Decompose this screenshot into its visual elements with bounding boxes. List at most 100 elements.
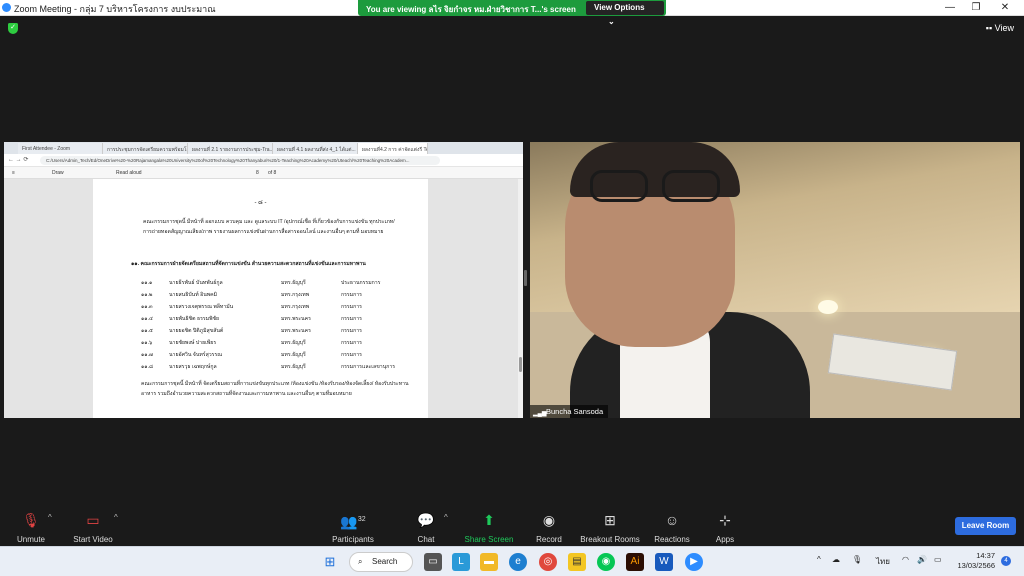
member-number: ๑๑.๘ <box>141 364 154 370</box>
illustrator-icon[interactable]: Ai <box>626 553 644 571</box>
file-explorer-icon[interactable]: ▬ <box>480 553 498 571</box>
unmute-button[interactable]: 🎙 Unmute <box>14 511 48 545</box>
share-screen-icon: ⬆ <box>483 512 495 528</box>
window-title: Zoom Meeting - กลุ่ม 7 บริหารโครงการ งบป… <box>14 4 216 14</box>
member-name: นายชัยพงษ์ ปายเพียร <box>169 340 217 346</box>
glasses-lens <box>662 170 720 202</box>
member-name: นายสนธิบันท์ อินพคมิ <box>169 292 218 298</box>
smiley-plus-icon: ☺ <box>664 512 680 528</box>
minimize-button[interactable]: — <box>940 1 960 15</box>
share-screen-button[interactable]: ⬆ Share Screen <box>462 511 516 545</box>
record-button[interactable]: ◉ Record <box>532 511 566 545</box>
viewing-banner-text: You are viewing ลไร จิยกำจร หม.ฝ่ายวิชาก… <box>366 5 576 14</box>
back-forward-icon[interactable]: ← → ⟳ <box>8 156 28 163</box>
member-role: กรรมการ <box>341 328 362 334</box>
browser-tabbar: First Attendee - Zoom การประชุมการจัดเตร… <box>4 142 523 154</box>
windows-start-icon[interactable]: ⊞ <box>321 553 339 571</box>
mic-icon[interactable]: 🎙 <box>852 555 862 564</box>
member-name: นายพันธิชิต ธรรมพิชัย <box>169 316 220 322</box>
participants-button[interactable]: 👥32 Participants <box>330 511 376 545</box>
security-shield-icon[interactable]: ✓ <box>8 23 18 34</box>
member-name: นายสรวุธ เฉพฤกษ์กูล <box>169 364 217 370</box>
pdf-page: - ๘ - คณะกรรมการชุดนี้ มีหน้าที่ ออกแบบ … <box>93 179 428 418</box>
member-org: มทร.ธัญบุรี <box>281 280 306 286</box>
volume-icon[interactable]: 🔊 <box>917 555 927 564</box>
notification-badge[interactable]: 4 <box>1001 556 1011 566</box>
member-number: ๑๑.๗ <box>141 352 153 358</box>
draw-button[interactable]: Draw <box>52 170 64 176</box>
apps-button[interactable]: ⊹ Apps <box>710 511 740 545</box>
taskbar-clock[interactable]: 14:37 13/03/2566 <box>953 551 995 571</box>
member-org: มทร.กรุงเทพ <box>281 304 310 310</box>
chevron-down-icon: ⌄ <box>608 17 615 26</box>
page-number-field[interactable]: 8 <box>256 170 259 176</box>
browser-tab[interactable]: ผลงานที่ 4.1 ผลงานที่ส่ง 4_1 ได้แต่... <box>273 143 358 154</box>
taskbar-search[interactable]: ⌕ Search <box>349 552 413 572</box>
menu-icon[interactable]: ≡ <box>12 170 15 176</box>
mic-muted-icon: 🎙 <box>22 512 40 528</box>
air-conditioner <box>827 333 958 391</box>
date: 13/03/2566 <box>957 561 995 570</box>
read-aloud-button[interactable]: Read aloud <box>116 170 142 176</box>
grid-icon: ⊞ <box>604 512 616 528</box>
member-number: ๑๑.๑ <box>141 280 153 286</box>
scrollbar[interactable] <box>518 179 523 418</box>
chrome-icon[interactable]: ◎ <box>539 553 557 571</box>
unmute-label: Unmute <box>16 535 45 544</box>
task-view-icon[interactable]: ▭ <box>424 553 442 571</box>
time: 14:37 <box>976 551 995 560</box>
view-button[interactable]: ▪▪ View <box>986 23 1014 33</box>
language-indicator[interactable]: ไทย <box>876 555 890 568</box>
member-number: ๑๑.๒ <box>141 292 153 298</box>
participant-count: 32 <box>357 516 366 523</box>
chevron-up-icon[interactable]: ^ <box>444 513 448 522</box>
apps-icon: ⊹ <box>719 512 731 528</box>
browser-tab[interactable]: การประชุมการจัดเตรียมความพร้อมโครง... <box>103 143 188 154</box>
url-field[interactable]: C:/Users/Admin_Tech/Ed/OneDrive%20-%20Ra… <box>40 156 440 165</box>
browser-tab[interactable]: First Attendee - Zoom <box>18 143 103 154</box>
member-org: มทร.ธัญบุรี <box>281 340 306 346</box>
browser-tab[interactable]: ผลงานที่ 2.1 รายงานการประชุม-Tra... <box>188 143 273 154</box>
word-icon[interactable]: W <box>655 553 673 571</box>
member-role: ประธานกรรมการ <box>341 280 381 286</box>
chevron-up-icon[interactable]: ^ <box>48 513 52 522</box>
sticky-notes-icon[interactable]: ▤ <box>568 553 586 571</box>
line-app-icon[interactable]: ◉ <box>597 553 615 571</box>
breakout-rooms-button[interactable]: ⊞ Breakout Rooms <box>578 511 642 545</box>
start-video-button[interactable]: ▭ Start Video <box>70 511 116 545</box>
wifi-icon[interactable]: ◠ <box>902 555 909 564</box>
paragraph: คณะกรรมการชุดนี้ มีหน้าที่ ออกแบบ ควบคุม… <box>143 219 395 235</box>
leave-room-button[interactable]: Leave Room <box>955 517 1016 535</box>
close-button[interactable]: ✕ <box>995 1 1015 15</box>
view-options-button[interactable]: View Options ⌄ <box>586 1 664 26</box>
viewing-banner: You are viewing ลไร จิยกำจร หม.ฝ่ายวิชาก… <box>358 0 666 26</box>
page-number: - ๘ - <box>254 200 267 206</box>
participant-name: Buncha Sansoda <box>546 407 604 416</box>
search-icon: ⌕ <box>358 557 363 566</box>
pdf-toolbar: ≡ Draw Read aloud 8 of 8 <box>4 167 523 179</box>
app-l-icon[interactable]: L <box>452 553 470 571</box>
member-name: นายสรวงเจตุพรรณ พลีทามัน <box>169 304 234 310</box>
split-divider-handle[interactable] <box>524 270 527 286</box>
member-name: นายอัศวิน จันทร์สุวรรณ <box>169 352 223 358</box>
member-org: มทร.กรุงเทพ <box>281 292 310 298</box>
reactions-button[interactable]: ☺ Reactions <box>652 511 692 545</box>
chat-button[interactable]: 💬 Chat <box>414 511 438 545</box>
participants-label: Participants <box>332 535 374 544</box>
edge-icon[interactable]: e <box>509 553 527 571</box>
onedrive-icon[interactable]: ☁ <box>832 555 840 564</box>
scrollbar-thumb[interactable] <box>519 357 522 372</box>
record-label: Record <box>536 535 562 544</box>
battery-icon[interactable]: ▭ <box>934 555 942 564</box>
zoom-taskbar-icon[interactable]: ▶ <box>685 553 703 571</box>
chat-icon: 💬 <box>417 512 435 528</box>
participant-video[interactable] <box>530 142 1020 418</box>
maximize-button[interactable]: ❐ <box>966 1 986 15</box>
member-role: กรรมการ <box>341 292 362 298</box>
paragraph: คณะกรรมการชุดนี้ มีหน้าที่ จัดเตรียมสถาน… <box>141 381 409 397</box>
browser-tab-active[interactable]: ผลงานที่4.2 การ ค่าจัดแต่งรี Teach... <box>358 143 428 154</box>
zoom-logo-icon <box>2 3 11 12</box>
section-heading: ๑๑. คณะกรรมการฝ่ายจัดเตรียมสถานที่จัดการ… <box>131 261 366 267</box>
chevron-up-icon[interactable]: ^ <box>817 555 821 564</box>
chevron-up-icon[interactable]: ^ <box>114 513 118 522</box>
